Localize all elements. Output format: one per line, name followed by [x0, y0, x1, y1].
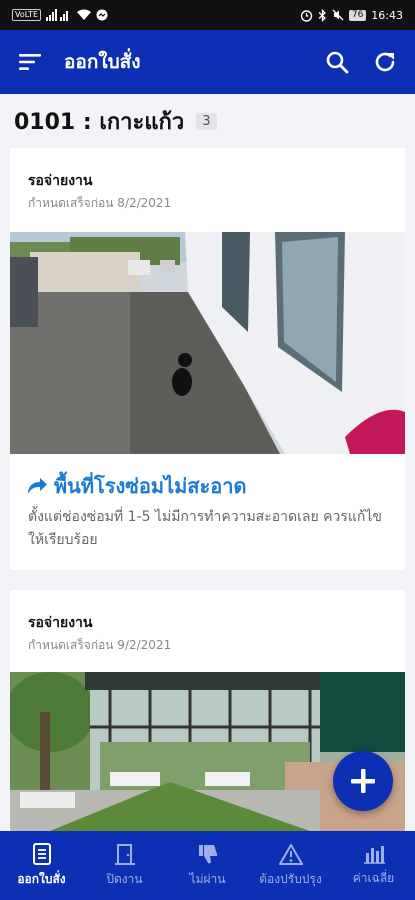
warning-icon [278, 843, 303, 865]
card-photo [10, 232, 405, 454]
volte-badge: VoLTE [12, 9, 42, 21]
battery-indicator: 76 [348, 9, 367, 21]
work-order-card[interactable]: รอจ่ายงาน กำหนดเสร็จก่อน 8/2/2021 พื้นที… [10, 148, 405, 570]
cafe-interior-image [10, 672, 405, 831]
menu-button[interactable] [18, 48, 42, 76]
thumbs-down-icon [198, 844, 217, 863]
menu-icon [19, 54, 41, 70]
card-headline-text: พื้นที่โรงซ่อมไม่สะอาด [54, 474, 247, 498]
nav-item-failed[interactable]: ไม่ผ่าน [166, 831, 249, 900]
nav-item-average[interactable]: ค่าเฉลี่ย [332, 831, 415, 900]
nav-item-close-job[interactable]: ปิดงาน [83, 831, 166, 900]
nav-label: ออกใบสั่ง [17, 871, 66, 886]
card-description: ตั้งแต่ช่องซ่อมที่ 1-5 ไม่มีการทำความสะอ… [28, 509, 382, 548]
card-status: รอจ่ายงาน [28, 173, 93, 189]
door-icon [114, 843, 135, 865]
card-due-date: กำหนดเสร็จก่อน 9/2/2021 [28, 638, 172, 652]
wifi-icon [77, 9, 92, 20]
card-status: รอจ่ายงาน [28, 615, 93, 631]
clock: 16:43 [371, 8, 403, 22]
nav-label: ไม่ผ่าน [189, 871, 226, 886]
plus-icon [351, 769, 375, 793]
card-due-date: กำหนดเสร็จก่อน 8/2/2021 [28, 196, 172, 210]
app-bar: ออกใบสั่ง [0, 30, 415, 94]
section-title: 0101 : เกาะแก้ว [14, 110, 185, 135]
mute-icon [332, 9, 344, 21]
messenger-icon [96, 9, 108, 21]
count-badge: 3 [196, 113, 217, 130]
search-button[interactable] [323, 48, 351, 76]
card-headline[interactable]: พื้นที่โรงซ่อมไม่สะอาด [26, 470, 246, 502]
status-bar: VoLTE 76 16:43 [0, 0, 415, 30]
nav-label: ปิดงาน [106, 871, 143, 886]
card-photo [10, 672, 405, 831]
nav-label: ค่าเฉลี่ย [352, 870, 395, 885]
section-header: 0101 : เกาะแก้ว 3 [14, 104, 217, 139]
page-title: ออกใบสั่ง [64, 51, 141, 73]
add-button[interactable] [333, 751, 393, 811]
refresh-icon [375, 52, 395, 72]
alarm-icon [300, 9, 313, 22]
workshop-exterior-image [10, 232, 405, 454]
nav-item-issue-order[interactable]: ออกใบสั่ง [0, 831, 83, 900]
document-list-icon [32, 842, 51, 865]
bar-chart-icon [363, 845, 385, 864]
share-arrow-icon [28, 478, 47, 494]
refresh-button[interactable] [371, 48, 399, 76]
search-icon [326, 51, 349, 74]
nav-item-needs-improvement[interactable]: ต้องปรับปรุง [249, 831, 332, 900]
bluetooth-icon [318, 8, 326, 22]
bottom-nav: ออกใบสั่ง ปิดงาน ไม่ผ่าน ต้องปรับปรุง ค่… [0, 831, 415, 900]
nav-label: ต้องปรับปรุง [259, 871, 322, 886]
signal-icon [46, 9, 69, 21]
